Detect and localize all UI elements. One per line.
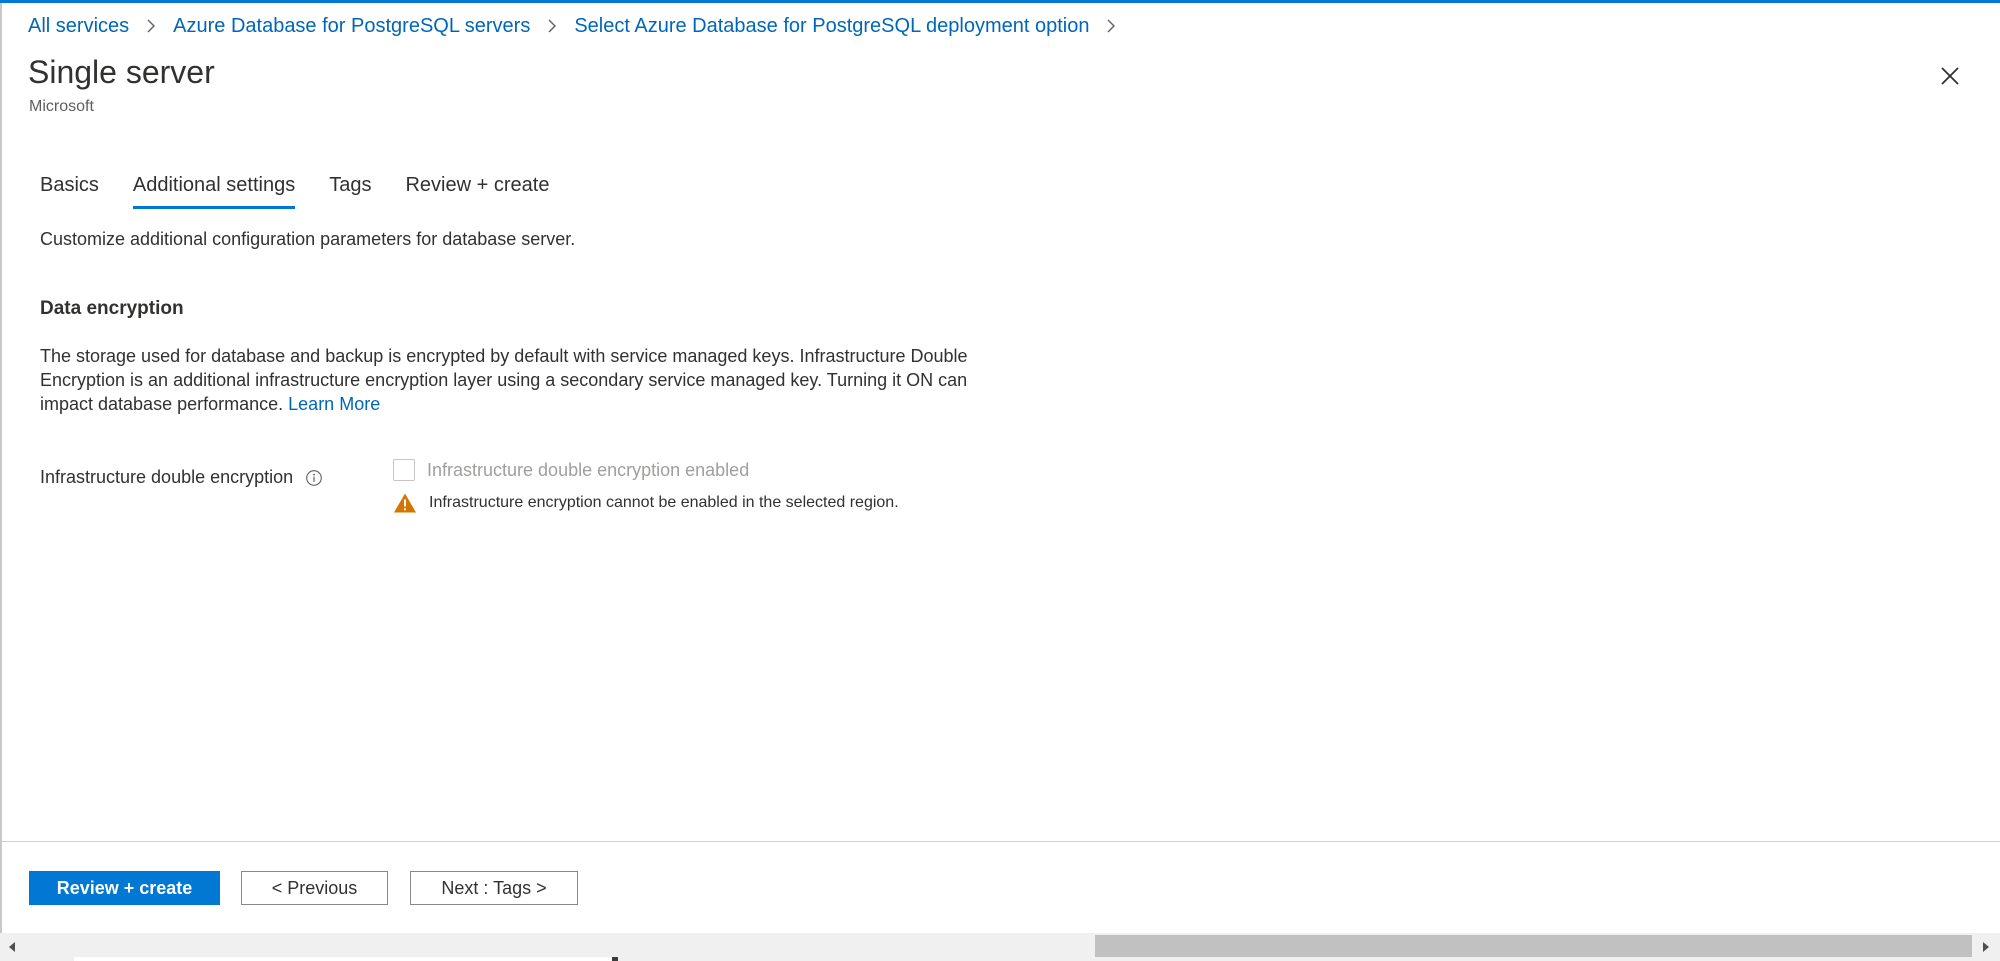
tab-basics[interactable]: Basics bbox=[40, 170, 99, 209]
scroll-right-icon[interactable] bbox=[1976, 937, 1996, 957]
footer-divider bbox=[2, 841, 2000, 842]
close-icon[interactable] bbox=[1934, 60, 1966, 92]
breadcrumb-deployment-option[interactable]: Select Azure Database for PostgreSQL dep… bbox=[574, 15, 1089, 38]
checkbox-label: Infrastructure double encryption enabled bbox=[427, 459, 750, 480]
section-text: The storage used for database and backup… bbox=[40, 344, 1000, 416]
tab-description: Customize additional configuration param… bbox=[40, 229, 576, 249]
tab-review-create[interactable]: Review + create bbox=[405, 170, 549, 209]
tab-additional-settings[interactable]: Additional settings bbox=[132, 170, 296, 209]
next-tags-button[interactable]: Next : Tags > bbox=[410, 871, 578, 905]
top-accent-line bbox=[0, 0, 2000, 3]
section-body: The storage used for database and backup… bbox=[40, 346, 968, 414]
learn-more-link[interactable]: Learn More bbox=[288, 394, 380, 414]
review-create-button[interactable]: Review + create bbox=[29, 871, 220, 905]
warning-icon bbox=[394, 493, 416, 513]
section-title: Data encryption bbox=[40, 298, 184, 319]
warning-text: Infrastructure encryption cannot be enab… bbox=[429, 494, 899, 511]
field-label-text: Infrastructure double encryption bbox=[40, 467, 294, 487]
breadcrumb-all-services[interactable]: All services bbox=[28, 15, 129, 38]
scrollbar-track-highlight bbox=[74, 957, 614, 961]
scrollbar-thumb[interactable] bbox=[1095, 935, 1972, 957]
left-border bbox=[0, 3, 2, 961]
warning-message: Infrastructure encryption cannot be enab… bbox=[393, 492, 899, 514]
encryption-checkbox-row: Infrastructure double encryption enabled bbox=[393, 459, 749, 481]
breadcrumb-postgresql-servers[interactable]: Azure Database for PostgreSQL servers bbox=[173, 15, 530, 38]
horizontal-scrollbar[interactable] bbox=[0, 933, 2000, 961]
tab-bar: Basics Additional settings Tags Review +… bbox=[40, 170, 583, 209]
breadcrumb: All services Azure Database for PostgreS… bbox=[28, 14, 1133, 38]
chevron-right-icon bbox=[139, 14, 163, 38]
chevron-right-icon bbox=[1099, 14, 1123, 38]
info-icon[interactable] bbox=[305, 469, 323, 487]
scroll-left-icon[interactable] bbox=[2, 937, 22, 957]
chevron-right-icon bbox=[540, 14, 564, 38]
field-label: Infrastructure double encryption bbox=[40, 467, 323, 488]
previous-button[interactable]: < Previous bbox=[241, 871, 388, 905]
page-title: Single server bbox=[28, 54, 215, 90]
scrollbar-track-marker bbox=[612, 957, 618, 961]
page-subtitle: Microsoft bbox=[29, 98, 94, 115]
encryption-checkbox[interactable] bbox=[393, 459, 415, 481]
tab-tags[interactable]: Tags bbox=[329, 170, 371, 209]
